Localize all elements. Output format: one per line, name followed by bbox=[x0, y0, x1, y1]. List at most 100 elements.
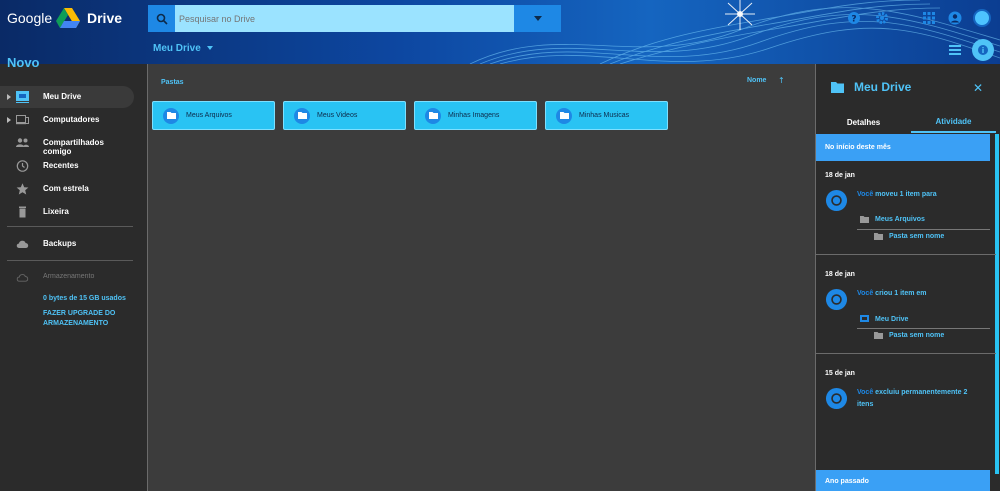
search-options-button[interactable] bbox=[514, 5, 561, 32]
details-panel: Meu Drive ✕ Detalhes Atividade No início… bbox=[815, 64, 1000, 491]
activity-text: Você excluiu permanentemente 2 itens bbox=[857, 387, 982, 411]
chevron-down-icon bbox=[533, 16, 542, 21]
avatar[interactable] bbox=[973, 9, 991, 27]
folder-item[interactable]: Minhas Musicas bbox=[545, 101, 668, 130]
svg-text:?: ? bbox=[851, 15, 856, 25]
folder-item[interactable]: Minhas Imagens bbox=[414, 101, 537, 130]
sidebar-divider bbox=[7, 260, 133, 261]
folder-icon bbox=[163, 107, 179, 124]
clock-icon bbox=[16, 160, 29, 172]
drive-app: Google Drive ? Meu Drive bbox=[0, 0, 1000, 491]
sidebar-item-label: Meu Drive bbox=[43, 92, 82, 101]
sidebar-item-label: Compartilhados comigo bbox=[43, 138, 104, 156]
activity-date: 18 de jan bbox=[825, 271, 855, 278]
activity-target[interactable]: Meus Arquivos bbox=[860, 216, 925, 223]
sidebar-item-label: Recentes bbox=[43, 161, 79, 170]
chrome-icon bbox=[825, 288, 848, 311]
folder-name: Meus Videos bbox=[317, 112, 358, 119]
activity-separator bbox=[816, 254, 996, 255]
main-content: Pastas Nome ↑ Meus Arquivos Meus Videos … bbox=[147, 64, 815, 491]
folder-icon bbox=[874, 332, 883, 339]
activity-period-header: Ano passado bbox=[816, 470, 990, 491]
settings-icon[interactable] bbox=[875, 11, 889, 25]
activity-divider bbox=[857, 229, 990, 230]
sidebar: Meu Drive Computadores Compartilhados co… bbox=[0, 75, 147, 491]
folder-icon bbox=[556, 107, 572, 124]
help-icon[interactable]: ? bbox=[847, 11, 861, 25]
activity-item[interactable]: Pasta sem nome bbox=[874, 233, 944, 240]
sidebar-item-label: Lixeira bbox=[43, 207, 69, 216]
activity-text: Você criou 1 item em bbox=[857, 288, 982, 300]
cloud-outline-icon bbox=[16, 274, 29, 282]
activity-action: excluiu permanentemente 2 itens bbox=[857, 389, 968, 408]
sidebar-item-recent[interactable]: Recentes bbox=[0, 155, 134, 177]
info-icon bbox=[978, 45, 988, 55]
star-icon bbox=[16, 183, 29, 195]
caret-right-icon[interactable] bbox=[7, 94, 11, 100]
sidebar-item-label: Computadores bbox=[43, 115, 100, 124]
activity-actor: Você bbox=[857, 191, 874, 198]
google-logo[interactable]: Google bbox=[7, 10, 52, 26]
chrome-icon bbox=[825, 189, 848, 212]
apps-grid-icon[interactable] bbox=[922, 11, 936, 25]
folder-icon bbox=[425, 107, 441, 124]
top-bar: Google Drive ? Meu Drive bbox=[0, 0, 1000, 64]
upgrade-storage-link[interactable]: FAZER UPGRADE DO ARMAZENAMENTO bbox=[43, 309, 133, 329]
activity-date: 15 de jan bbox=[825, 370, 855, 377]
activity-actor: Você bbox=[857, 290, 874, 297]
sidebar-item-starred[interactable]: Com estrela bbox=[0, 178, 134, 200]
activity-date: 18 de jan bbox=[825, 172, 855, 179]
shared-icon bbox=[16, 138, 29, 147]
storage-usage-text: 0 bytes de 15 GB usados bbox=[43, 295, 126, 302]
activity-item[interactable]: Pasta sem nome bbox=[874, 332, 944, 339]
drive-title[interactable]: Drive bbox=[87, 10, 122, 26]
folder-icon bbox=[294, 107, 310, 124]
chevron-down-icon[interactable] bbox=[207, 46, 213, 50]
section-title-folders: Pastas bbox=[161, 79, 184, 86]
scrollbar[interactable] bbox=[995, 134, 999, 474]
activity-divider bbox=[857, 328, 990, 329]
activity-target[interactable]: Meu Drive bbox=[860, 315, 908, 323]
search-input[interactable] bbox=[175, 13, 515, 24]
activity-action: criou 1 item em bbox=[875, 290, 927, 297]
location-title[interactable]: Meu Drive bbox=[153, 43, 201, 54]
my-drive-icon bbox=[860, 315, 869, 322]
sidebar-item-label: Com estrela bbox=[43, 184, 89, 193]
search-bar[interactable] bbox=[148, 5, 561, 32]
my-drive-icon bbox=[16, 91, 29, 103]
tab-activity[interactable]: Atividade bbox=[911, 112, 996, 133]
close-icon[interactable]: ✕ bbox=[973, 81, 983, 95]
sidebar-item-trash[interactable]: Lixeira bbox=[0, 201, 134, 223]
activity-period-header: No início deste mês bbox=[816, 134, 990, 161]
activity-action: moveu 1 item para bbox=[875, 191, 937, 198]
info-button[interactable] bbox=[972, 39, 994, 61]
sidebar-item-my-drive[interactable]: Meu Drive bbox=[0, 86, 134, 108]
folder-name: Meus Arquivos bbox=[186, 112, 232, 119]
sidebar-divider bbox=[7, 226, 133, 227]
sidebar-item-backups[interactable]: Backups bbox=[0, 233, 134, 255]
computers-icon bbox=[16, 115, 29, 125]
caret-right-icon[interactable] bbox=[7, 117, 11, 123]
sort-by-name[interactable]: Nome bbox=[747, 77, 766, 84]
cloud-icon bbox=[16, 240, 29, 248]
activity-text: Você moveu 1 item para bbox=[857, 189, 982, 201]
activity-actor: Você bbox=[857, 389, 874, 396]
account-icon[interactable] bbox=[948, 11, 962, 25]
folder-icon bbox=[831, 82, 844, 93]
tab-details[interactable]: Detalhes bbox=[816, 112, 911, 133]
trash-icon bbox=[19, 206, 26, 218]
panel-title: Meu Drive bbox=[854, 80, 912, 94]
sidebar-item-computers[interactable]: Computadores bbox=[0, 109, 134, 131]
folder-item[interactable]: Meus Arquivos bbox=[152, 101, 275, 130]
sidebar-item-shared[interactable]: Compartilhados comigo bbox=[0, 132, 134, 156]
folder-item[interactable]: Meus Videos bbox=[283, 101, 406, 130]
folder-icon bbox=[860, 216, 869, 223]
sort-direction-icon[interactable]: ↑ bbox=[778, 76, 785, 85]
folder-name: Minhas Musicas bbox=[579, 112, 630, 119]
list-view-icon[interactable] bbox=[949, 45, 961, 55]
chrome-icon bbox=[825, 387, 848, 410]
new-button[interactable]: Novo bbox=[7, 55, 40, 70]
search-icon[interactable] bbox=[148, 5, 175, 32]
sidebar-item-label: Backups bbox=[43, 239, 77, 248]
drive-logo-icon[interactable] bbox=[56, 8, 80, 28]
